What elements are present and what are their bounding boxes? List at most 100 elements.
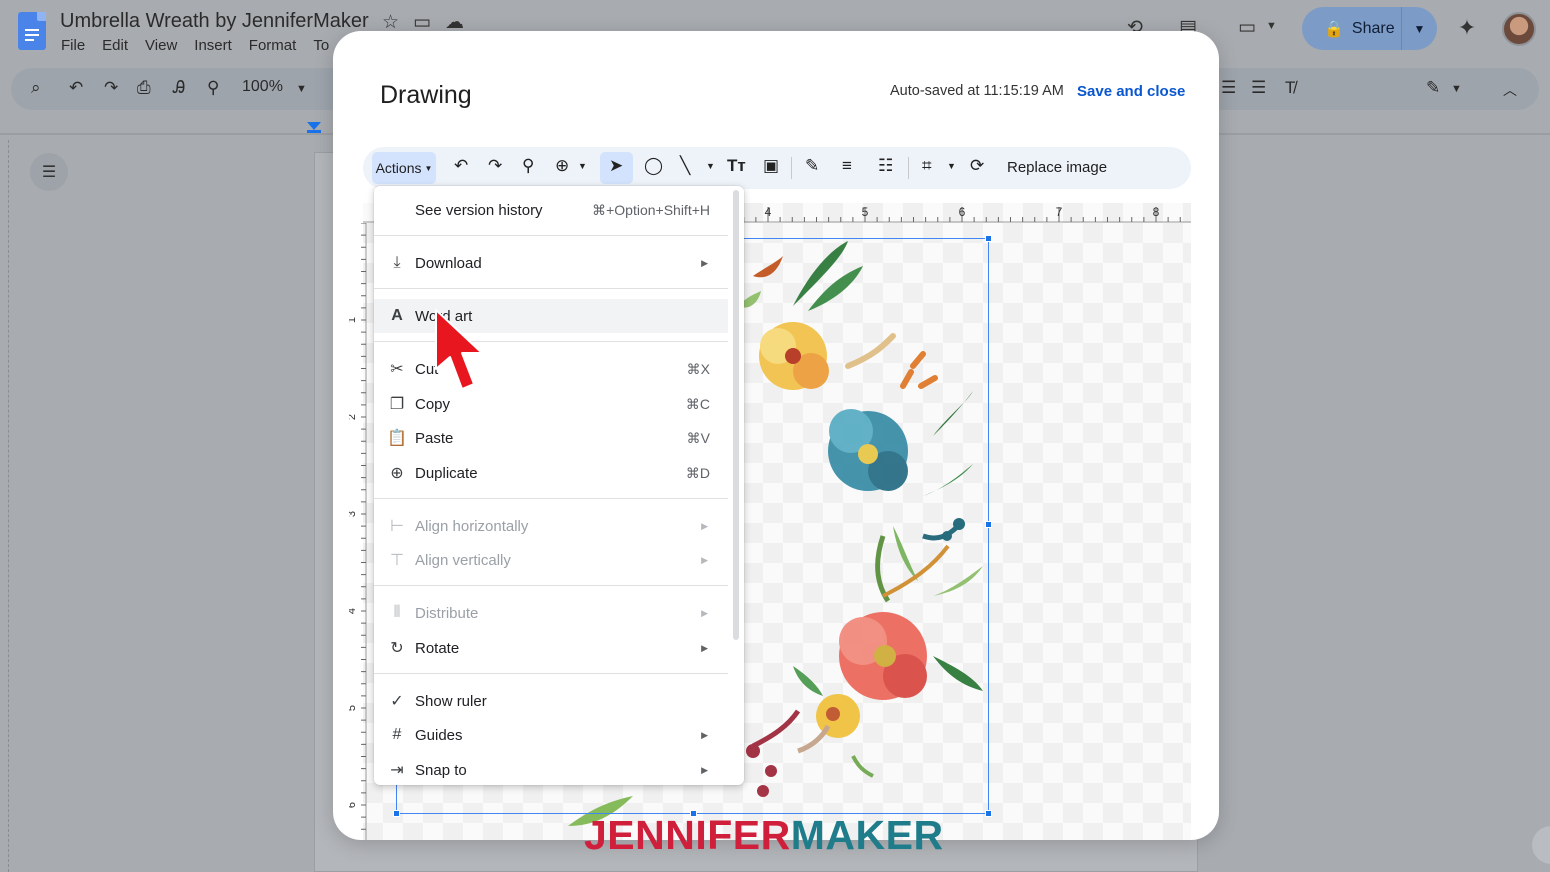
menu-item-rotate[interactable]: ↻ Rotate ▶ xyxy=(374,631,728,665)
menu-divider xyxy=(374,341,728,342)
border-dash-icon[interactable]: ☷ xyxy=(878,157,893,174)
redo-icon[interactable]: ↷ xyxy=(104,78,118,98)
menu-tools[interactable]: To xyxy=(313,37,329,54)
submenu-arrow-icon: ▶ xyxy=(701,257,708,268)
crop-icon[interactable]: ⌗ xyxy=(922,157,932,174)
menu-format[interactable]: Format xyxy=(249,37,297,54)
line-icon[interactable]: ╲ xyxy=(680,157,690,174)
menu-item-copy[interactable]: ❐ Copy ⌘C xyxy=(374,387,728,421)
menu-item-show-ruler[interactable]: ✓ Show ruler xyxy=(374,684,728,718)
autosave-status: Auto-saved at 11:15:19 AM xyxy=(890,83,1064,99)
menu-item-word-art[interactable]: A Word art xyxy=(374,299,728,333)
submenu-arrow-icon: ▶ xyxy=(701,764,708,775)
menu-item-version-history[interactable]: See version history ⌘+Option+Shift+H xyxy=(374,193,728,227)
menu-edit[interactable]: Edit xyxy=(102,37,128,54)
snap-icon: ⇥ xyxy=(390,762,404,779)
save-and-close-button[interactable]: Save and close xyxy=(1077,83,1185,100)
resize-handle[interactable] xyxy=(985,810,992,817)
ruler-label: 2 xyxy=(349,414,358,420)
align-vertical-icon: ⊤ xyxy=(390,552,404,569)
duplicate-icon: ⊕ xyxy=(390,465,404,482)
menu-scrollbar[interactable] xyxy=(733,190,739,640)
zoom-caret-icon[interactable]: ▼ xyxy=(578,162,587,171)
rotate-icon: ↻ xyxy=(390,640,404,657)
shape-icon[interactable]: ◯ xyxy=(644,157,663,174)
actions-menu-button[interactable]: Actions ▼ xyxy=(372,152,436,184)
menu-item-download[interactable]: ⤓ Download ▶ xyxy=(374,246,728,280)
paint-format-icon[interactable]: ⚲ xyxy=(207,78,219,98)
ruler-label: 8 xyxy=(1153,205,1160,219)
share-button[interactable]: 🔒 Share ▼ xyxy=(1302,7,1437,50)
menu-item-snap-to[interactable]: ⇥ Snap to ▶ xyxy=(374,753,728,787)
word-art-icon: A xyxy=(391,307,403,324)
avatar[interactable] xyxy=(1502,12,1536,46)
submenu-arrow-icon: ▶ xyxy=(701,642,708,653)
menu-item-distribute[interactable]: ⦀ Distribute ▶ xyxy=(374,596,728,630)
share-dropdown-icon[interactable]: ▼ xyxy=(1402,22,1437,36)
pen-color-icon[interactable]: ✎ xyxy=(805,157,819,174)
dialog-title: Drawing xyxy=(380,81,472,109)
menu-item-paste[interactable]: 📋 Paste ⌘V xyxy=(374,421,728,455)
side-panel-toggle[interactable] xyxy=(1532,826,1550,864)
select-arrow-icon[interactable]: ➤ xyxy=(609,157,623,174)
resize-handle[interactable] xyxy=(393,810,400,817)
resize-handle[interactable] xyxy=(985,521,992,528)
editing-mode-icon[interactable]: ✎ xyxy=(1426,78,1440,98)
menu-view[interactable]: View xyxy=(145,37,177,54)
gemini-sparkle-icon[interactable]: ✦ xyxy=(1452,13,1482,43)
increase-indent-icon[interactable]: ☰ xyxy=(1251,78,1266,98)
replace-image-icon[interactable]: ⟳ xyxy=(970,157,984,174)
menu-divider xyxy=(374,235,728,236)
text-box-icon[interactable]: Tт xyxy=(727,157,746,174)
ruler-label: 7 xyxy=(1056,205,1063,219)
zoom-caret-icon[interactable]: ▼ xyxy=(296,83,307,95)
print-icon[interactable]: ⎙ xyxy=(137,78,151,98)
collapse-toolbar-icon[interactable]: ︿ xyxy=(1503,80,1517,100)
undo-icon[interactable]: ↶ xyxy=(69,78,83,98)
submenu-arrow-icon: ▶ xyxy=(701,520,708,531)
replace-image-button[interactable]: Replace image xyxy=(1007,159,1107,176)
border-weight-icon[interactable]: ≡ xyxy=(842,157,852,174)
clear-formatting-icon[interactable]: T̸ xyxy=(1285,78,1295,98)
ruler-label: 4 xyxy=(765,205,772,219)
crop-caret-icon[interactable]: ▼ xyxy=(947,162,956,171)
clipboard-icon: 📋 xyxy=(387,430,407,447)
menu-item-duplicate[interactable]: ⊕ Duplicate ⌘D xyxy=(374,456,728,490)
menu-item-guides[interactable]: # Guides ▶ xyxy=(374,718,728,752)
menu-insert[interactable]: Insert xyxy=(194,37,232,54)
meet-video-icon[interactable]: ▭ xyxy=(1232,12,1262,42)
line-caret-icon[interactable]: ▼ xyxy=(706,162,715,171)
check-icon: ✓ xyxy=(390,693,404,710)
ruler-label: 5 xyxy=(349,705,358,711)
menu-divider xyxy=(374,585,728,586)
docs-left-ruler xyxy=(8,140,12,872)
docs-logo-icon[interactable] xyxy=(18,12,46,50)
docs-menubar: File Edit View Insert Format To xyxy=(61,37,329,54)
vertical-ruler: 1 2 3 4 5 6 xyxy=(349,223,367,840)
menu-item-align-vertically[interactable]: ⊤ Align vertically ▶ xyxy=(374,543,728,577)
copy-icon: ❐ xyxy=(389,396,405,413)
document-outline-icon[interactable]: ☰ xyxy=(30,153,68,191)
drawing-toolbar: Actions ▼ ↶ ↷ ⚲ ⊕ ▼ ➤ ◯ ╲ ▼ Tт ▣ ✎ ≡ ☷ ⌗ … xyxy=(363,147,1191,189)
ruler-label: 3 xyxy=(349,511,358,517)
menu-item-align-horizontally[interactable]: ⊢ Align horizontally ▶ xyxy=(374,509,728,543)
image-icon[interactable]: ▣ xyxy=(763,157,779,174)
zoom-icon[interactable]: ⊕ xyxy=(555,157,569,174)
spellcheck-icon[interactable]: Ꭿ xyxy=(173,78,185,98)
undo-icon[interactable]: ↶ xyxy=(454,157,468,174)
resize-handle[interactable] xyxy=(985,235,992,242)
paint-format-icon[interactable]: ⚲ xyxy=(522,157,534,174)
search-menus-icon[interactable]: ⌕ xyxy=(31,78,41,98)
menu-divider xyxy=(374,673,728,674)
document-title[interactable]: Umbrella Wreath by JenniferMaker xyxy=(60,10,369,33)
mode-caret-icon[interactable]: ▼ xyxy=(1451,83,1462,95)
ruler-label: 4 xyxy=(349,608,358,614)
meet-caret-icon[interactable]: ▼ xyxy=(1266,20,1277,32)
redo-icon[interactable]: ↷ xyxy=(488,157,502,174)
menu-file[interactable]: File xyxy=(61,37,85,54)
zoom-select[interactable]: 100% xyxy=(242,78,283,96)
decrease-indent-icon[interactable]: ☰ xyxy=(1221,78,1236,98)
menu-item-cut[interactable]: ✂ Cut ⌘X xyxy=(374,352,728,386)
scissors-icon: ✂ xyxy=(390,361,404,378)
grid-icon: # xyxy=(392,726,402,743)
